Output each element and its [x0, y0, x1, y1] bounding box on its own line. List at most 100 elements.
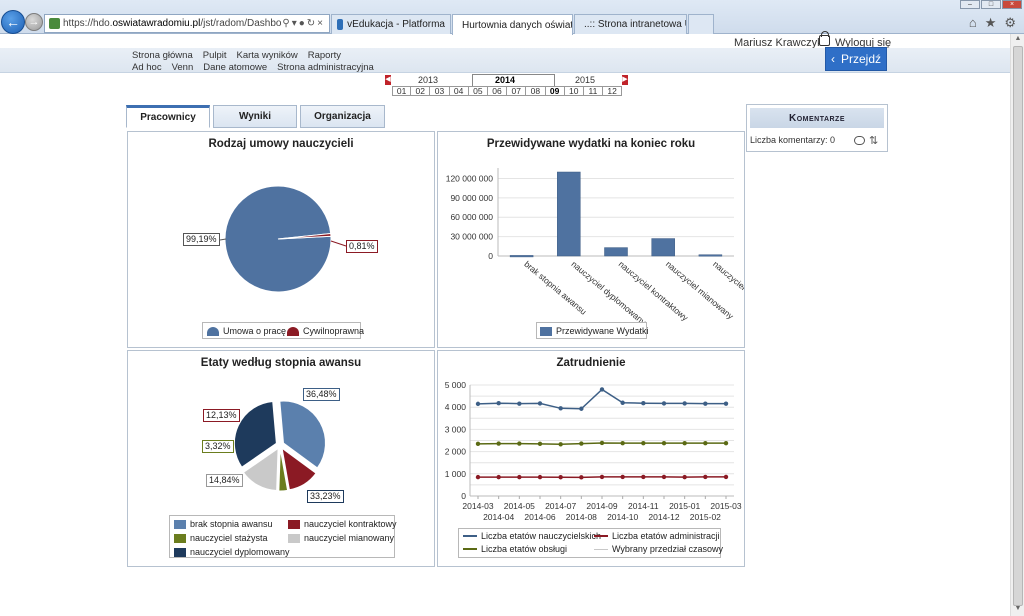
- data-point: [620, 474, 625, 480]
- menu-item-atomic-data[interactable]: Dane atomowe: [203, 62, 267, 73]
- y-tick-label: 90 000 000: [450, 193, 493, 203]
- legend-item[interactable]: brak stopnia awansu: [174, 519, 273, 529]
- timeline-months: 01 02 03 04 05 06 07 08 09 10 11 12: [392, 86, 623, 96]
- data-point: [579, 475, 584, 480]
- timeline-month[interactable]: 10: [564, 86, 584, 96]
- data-point: [641, 474, 646, 480]
- browser-tab-vedukacja[interactable]: vEdukacja - Platforma: [331, 14, 451, 34]
- timeline-month[interactable]: 11: [583, 86, 604, 96]
- data-point: [579, 406, 584, 411]
- legend-item[interactable]: nauczyciel stażysta: [174, 533, 268, 543]
- panel-contract-type: Rodzaj umowy nauczycieli 99,19% 0,81% Um…: [127, 131, 435, 348]
- timeline-year[interactable]: 2013: [418, 75, 438, 85]
- scroll-down-icon[interactable]: ▼: [1013, 605, 1023, 615]
- scrollbar-thumb[interactable]: [1013, 46, 1023, 606]
- legend-item[interactable]: Liczba etatów administracji: [594, 531, 720, 541]
- y-tick-label: 60 000 000: [450, 212, 493, 222]
- data-point: [537, 474, 543, 480]
- go-button-label: Przejdź: [840, 52, 881, 66]
- legend-item[interactable]: Umowa o pracę: [207, 326, 286, 336]
- chevron-left-icon: ‹: [830, 52, 835, 66]
- x-tick-label: 2014-06: [524, 512, 555, 522]
- dashboard-panels: Rodzaj umowy nauczycieli 99,19% 0,81% Um…: [126, 128, 746, 568]
- chart-legend: Liczba etatów nauczycielskich Liczba eta…: [458, 528, 723, 558]
- tab-organizacja[interactable]: Organizacja: [300, 105, 385, 128]
- comments-header[interactable]: Komentarze: [750, 108, 884, 128]
- timeline-month[interactable]: 04: [449, 86, 469, 96]
- url-text: https://hdo.oswiatawradomiu.pl/jst/radom…: [63, 18, 282, 29]
- timeline-month[interactable]: 07: [507, 86, 527, 96]
- menu-item-scorecard[interactable]: Karta wyników: [237, 50, 298, 61]
- tab-wyniki[interactable]: Wyniki: [213, 105, 297, 128]
- comment-bubble-icon[interactable]: [854, 136, 865, 145]
- new-tab-button[interactable]: [688, 14, 714, 34]
- timeline-month[interactable]: 05: [468, 86, 488, 96]
- panel-grade: Etaty według stopnia awansu 36,48% 12,13…: [127, 350, 435, 567]
- address-tools-icon[interactable]: ⚲▾●↻×: [282, 18, 329, 29]
- y-tick-label: 4 000: [445, 402, 467, 412]
- data-point: [703, 440, 708, 446]
- legend-label: Liczba etatów nauczycielskich: [481, 531, 602, 541]
- timeline-month[interactable]: 06: [487, 86, 508, 96]
- forward-arrow-icon[interactable]: →: [25, 13, 43, 31]
- legend-item[interactable]: Wybrany przedział czasowy: [594, 544, 723, 554]
- page-scrollbar[interactable]: ▲ ▼: [1010, 34, 1024, 616]
- legend-item[interactable]: Przewidywane Wydatki: [540, 326, 648, 336]
- timeline-month[interactable]: 09: [545, 86, 565, 96]
- data-point: [475, 401, 481, 407]
- timeline-month[interactable]: 08: [526, 86, 546, 96]
- timeline-year-current[interactable]: 2014: [495, 75, 515, 85]
- go-button[interactable]: ‹ Przejdź: [825, 47, 887, 71]
- y-tick-label: 30 000 000: [450, 232, 493, 242]
- timeline-prev-icon[interactable]: ◀: [385, 75, 391, 85]
- menu-item-home[interactable]: Strona główna: [132, 50, 193, 61]
- legend-swatch: [174, 519, 186, 529]
- timeline-month[interactable]: 12: [603, 86, 623, 96]
- favorites-star-icon[interactable]: ★: [985, 15, 997, 31]
- sort-icon[interactable]: ⇅: [869, 134, 878, 147]
- menu-item-pulpit[interactable]: Pulpit: [203, 50, 227, 61]
- menu-item-venn[interactable]: Venn: [172, 62, 194, 73]
- browser-tab-hurtownia[interactable]: Hurtownia danych oświato... ×: [452, 14, 573, 35]
- settings-gear-icon[interactable]: ⚙: [1004, 15, 1016, 31]
- address-bar[interactable]: https://hdo.oswiatawradomiu.pl/jst/radom…: [44, 14, 330, 33]
- browser-tab-intranet[interactable]: ..:: Strona intranetowa UM w R...: [574, 14, 687, 34]
- tab-pracownicy[interactable]: Pracownicy: [126, 105, 210, 128]
- panel-employment: Zatrudnienie 01 000 2 000 3 000 4 000 5 000 2…: [437, 350, 745, 567]
- menu-item-adhoc[interactable]: Ad hoc: [132, 62, 162, 73]
- scroll-up-icon[interactable]: ▲: [1013, 35, 1023, 45]
- timeline-month[interactable]: 02: [411, 86, 431, 96]
- legend-item[interactable]: nauczyciel dyplomowany: [174, 547, 290, 557]
- data-point: [682, 401, 687, 406]
- maximize-icon[interactable]: □: [981, 0, 1001, 9]
- timeline-next-icon[interactable]: ▶: [622, 75, 628, 85]
- menu-item-admin-page[interactable]: Strona administracyjna: [277, 62, 374, 73]
- legend-item[interactable]: nauczyciel kontraktowy: [288, 519, 397, 529]
- legend-label: nauczyciel dyplomowany: [190, 547, 290, 557]
- data-point: [517, 474, 522, 480]
- minimize-icon[interactable]: –: [960, 0, 980, 9]
- y-tick-label: 2 000: [445, 447, 467, 457]
- chart-legend: Przewidywane Wydatki: [536, 322, 648, 339]
- menu-item-reports[interactable]: Raporty: [308, 50, 341, 61]
- data-point: [517, 441, 522, 446]
- legend-item[interactable]: Cywilnoprawna: [287, 326, 364, 336]
- timeline-month[interactable]: 01: [392, 86, 412, 96]
- x-tick-label: 2014-11: [628, 501, 659, 511]
- timeline-month[interactable]: 03: [430, 86, 450, 96]
- data-point: [620, 440, 625, 446]
- home-icon[interactable]: ⌂: [969, 15, 977, 31]
- legend-marker-icon: [594, 535, 608, 537]
- data-point: [599, 440, 605, 446]
- data-point: [723, 474, 729, 480]
- legend-marker-icon: [463, 535, 477, 537]
- legend-item[interactable]: nauczyciel mianowany: [288, 533, 394, 543]
- x-tick-label: 2014-03: [462, 501, 493, 511]
- legend-item[interactable]: Liczba etatów nauczycielskich: [463, 531, 601, 541]
- legend-item[interactable]: Liczba etatów obsługi: [463, 544, 567, 554]
- close-window-icon[interactable]: ×: [1002, 0, 1022, 9]
- timeline-year[interactable]: 2015: [575, 75, 595, 85]
- x-tick-label: 2014-08: [566, 512, 597, 522]
- back-arrow-icon[interactable]: ←: [1, 10, 25, 34]
- tab-label: Pracownicy: [140, 112, 196, 123]
